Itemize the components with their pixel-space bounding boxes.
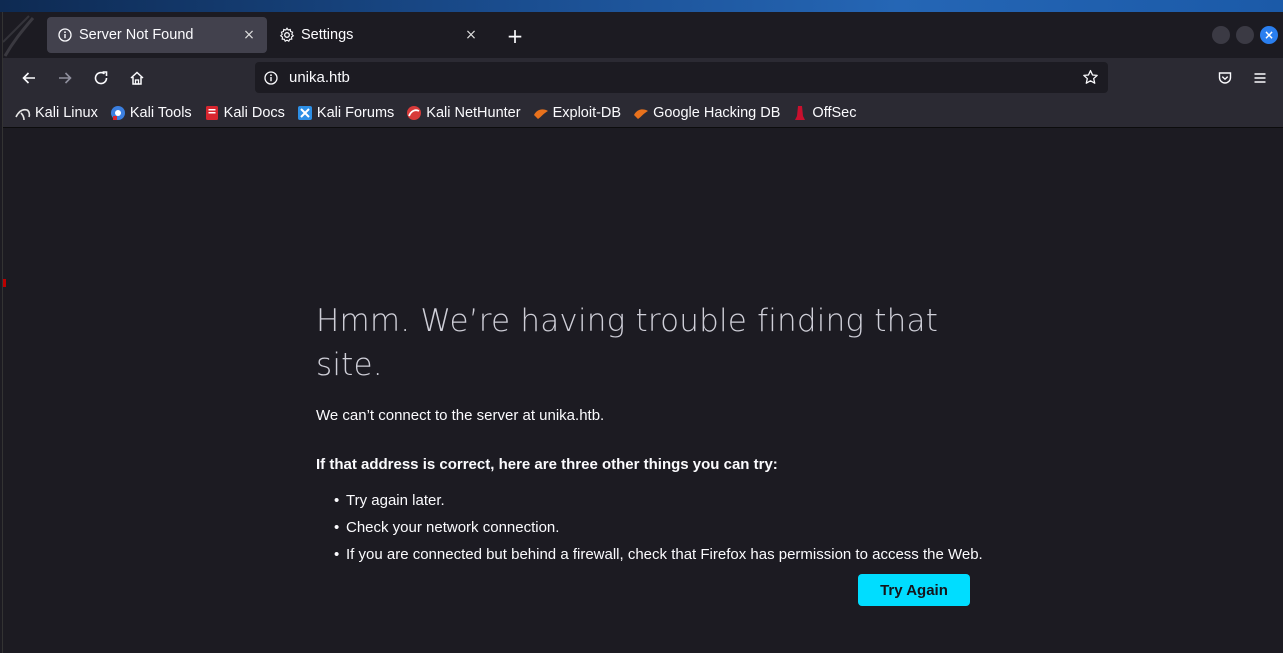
tab-title: Server Not Found [79, 27, 194, 43]
bookmark-exploit-db[interactable]: Exploit-DB [533, 104, 622, 121]
bookmark-kali-linux[interactable]: Kali Linux [15, 105, 98, 121]
list-item: Try again later. [334, 487, 976, 514]
minimize-button[interactable] [1212, 26, 1230, 44]
browser-window: Server Not Found × Settings × + × unika.… [2, 12, 1283, 653]
offsec-icon [795, 105, 806, 120]
edge-marker [3, 279, 6, 287]
reload-icon [94, 71, 108, 85]
try-again-button[interactable]: Try Again [858, 574, 970, 606]
navigation-toolbar [3, 58, 1283, 98]
error-description: We can’t connect to the server at unika.… [316, 407, 605, 424]
tab-close-icon[interactable]: × [241, 27, 257, 43]
tab-settings[interactable]: Settings × [269, 17, 489, 53]
desktop-panel-strip [0, 0, 1283, 12]
list-item: Check your network connection. [334, 514, 976, 541]
new-tab-button[interactable]: + [501, 23, 529, 49]
close-icon: × [1263, 28, 1275, 42]
suggestions-list: Try again later. Check your network conn… [316, 487, 983, 568]
tab-close-icon[interactable]: × [463, 27, 479, 43]
kali-tools-icon [110, 105, 125, 120]
pocket-icon [1218, 72, 1232, 84]
tab-strip: Server Not Found × Settings × + × [3, 12, 1283, 58]
kali-docs-icon [205, 105, 218, 120]
site-info-icon[interactable] [263, 70, 279, 86]
bookmark-label: Exploit-DB [552, 104, 622, 121]
gear-icon [279, 27, 295, 43]
bookmark-label: Kali Linux [35, 104, 98, 121]
info-icon [57, 27, 73, 43]
close-window-button[interactable]: × [1260, 26, 1278, 44]
kali-forums-icon [297, 105, 312, 120]
list-item: If you are connected but behind a firewa… [334, 541, 983, 568]
bookmark-star-icon[interactable] [1080, 68, 1100, 88]
pocket-button[interactable] [1211, 64, 1239, 92]
maximize-button[interactable] [1236, 26, 1254, 44]
kali-dragon-icon [15, 108, 31, 120]
bookmarks-toolbar: Kali Linux Kali Tools Kali Docs Kali For… [3, 98, 1283, 128]
home-button[interactable] [123, 64, 151, 92]
tab-title: Settings [301, 27, 354, 43]
kali-dragon-decoration-icon [3, 15, 35, 57]
app-menu-button[interactable] [1246, 64, 1274, 92]
url-bar[interactable] [255, 62, 1108, 93]
nethunter-icon [407, 105, 422, 120]
error-container: Hmm. We’re having trouble finding that s… [316, 299, 983, 568]
bookmark-label: Kali Tools [129, 104, 192, 121]
bookmark-kali-forums[interactable]: Kali Forums [297, 105, 394, 121]
home-icon [130, 71, 144, 85]
forward-button[interactable] [51, 64, 79, 92]
bookmark-google-hacking-db[interactable]: Google Hacking DB [633, 105, 780, 121]
exploit-db-icon [533, 108, 548, 119]
error-suggestions-heading: If that address is correct, here are thr… [316, 456, 778, 473]
bookmark-label: Kali Docs [223, 104, 285, 121]
bookmark-offsec[interactable]: OffSec [792, 105, 856, 121]
arrow-right-icon [59, 72, 72, 84]
bookmark-label: Kali NetHunter [426, 104, 521, 121]
bookmark-kali-docs[interactable]: Kali Docs [204, 105, 285, 121]
bookmark-label: Kali Forums [316, 104, 395, 121]
error-title: Hmm. We’re having trouble finding that s… [316, 303, 939, 383]
bookmark-kali-tools[interactable]: Kali Tools [110, 105, 192, 121]
hamburger-menu-icon [1254, 73, 1266, 83]
reload-button[interactable] [87, 64, 115, 92]
back-button[interactable] [15, 64, 43, 92]
tab-server-not-found[interactable]: Server Not Found × [47, 17, 267, 53]
url-input[interactable] [289, 69, 1080, 86]
ghdb-icon [634, 108, 649, 119]
bookmark-label: OffSec [812, 104, 857, 121]
arrow-left-icon [22, 72, 35, 84]
bookmark-label: Google Hacking DB [653, 104, 781, 121]
page-content: Hmm. We’re having trouble finding that s… [3, 129, 1283, 653]
bookmark-kali-nethunter[interactable]: Kali NetHunter [406, 104, 521, 121]
